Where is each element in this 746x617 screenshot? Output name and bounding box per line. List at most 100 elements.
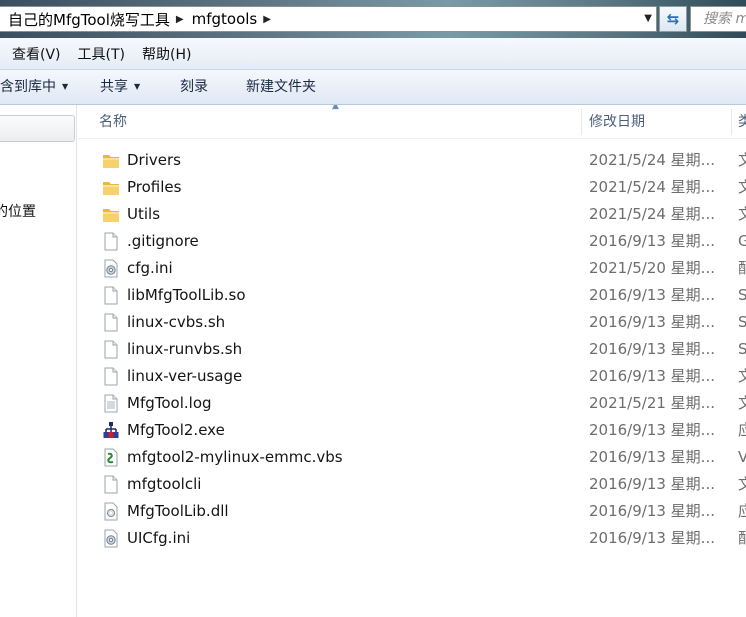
file-type: 文本文档 [738, 394, 746, 412]
file-name: Profiles [127, 178, 182, 196]
include-in-library-label: 包含到库中 [0, 79, 56, 95]
file-modified-date: 2016/9/13 星期... [589, 313, 715, 331]
file-name: Utils [127, 205, 161, 223]
file-row[interactable]: mfgtoolcli 2016/9/13 星期... 文件 [78, 471, 746, 498]
file-row[interactable]: libMfgToolLib.so 2016/9/13 星期... SO 文件 [78, 282, 746, 309]
file-name: linux-ver-usage [127, 367, 243, 385]
script-file-icon [102, 448, 120, 467]
file-list: ▲ 名称 修改日期 类型 Drivers2021/5/24 星期...文件夹Pr… [78, 105, 746, 617]
file-row[interactable]: Utils 2021/5/24 星期... 文件夹 [78, 201, 746, 228]
file-row[interactable]: cfg.ini 2021/5/20 星期... 配置设置 [78, 255, 746, 282]
file-type: SH 文件 [738, 313, 746, 331]
burn-button[interactable]: 刻录 [180, 70, 208, 105]
share-button[interactable]: 共享 ▼ [100, 70, 140, 105]
file-type: GITIGNORE 文件 [738, 232, 746, 250]
search-input[interactable]: 搜索 mfgtools [690, 6, 746, 32]
column-header-type[interactable]: 类型 [738, 105, 746, 139]
file-modified-date: 2016/9/13 星期... [589, 421, 715, 439]
file-type: 文件夹 [738, 178, 746, 196]
menu-bar: 查看(V) 工具(T) 帮助(H) [0, 38, 746, 70]
file-modified-date: 2021/5/24 星期... [589, 151, 715, 169]
share-label: 共享 [100, 79, 128, 95]
column-header-row: ▲ 名称 修改日期 类型 [78, 105, 746, 139]
file-row[interactable]: UICfg.ini 2016/9/13 星期... 配置设置 [78, 525, 746, 552]
dropdown-arrow-icon: ▼ [134, 82, 141, 91]
dll-file-icon [102, 502, 120, 521]
folder-icon [102, 205, 120, 224]
file-row[interactable]: mfgtool2-mylinux-emmc.vbs 2016/9/13 星期...… [78, 444, 746, 471]
command-toolbar: 包含到库中 ▼ 共享 ▼ 刻录 新建文件夹 [0, 70, 746, 105]
file-modified-date: 2016/9/13 星期... [589, 367, 715, 385]
folder-icon [102, 178, 120, 197]
file-modified-date: 2021/5/24 星期... [589, 178, 715, 196]
file-type: 应用程序 [738, 421, 746, 439]
file-type: 文件 [738, 475, 746, 493]
file-type: VBScript 脚本文件 [738, 448, 746, 466]
file-row[interactable]: linux-runvbs.sh 2016/9/13 星期... SH 文件 [78, 336, 746, 363]
address-bar-strip: 自己的MfgTool烧写工具 ▶ mfgtools ▶ ▼ ⇆ 搜索 mfgto… [0, 0, 746, 38]
new-folder-button[interactable]: 新建文件夹 [246, 70, 316, 105]
column-divider[interactable] [731, 109, 732, 135]
blank-file-icon [102, 367, 120, 386]
menu-tools[interactable]: 工具(T) [66, 44, 125, 64]
file-modified-date: 2016/9/13 星期... [589, 448, 715, 466]
file-name: Drivers [127, 151, 181, 169]
file-name: MfgTool2.exe [127, 421, 225, 439]
breadcrumb-label: 自己的MfgTool烧写工具 [8, 10, 170, 29]
refresh-button[interactable]: ⇆ [659, 6, 687, 32]
file-modified-date: 2016/9/13 星期... [589, 475, 715, 493]
include-in-library-button[interactable]: 包含到库中 ▼ [0, 70, 68, 105]
file-type: 应用程序扩展 [738, 502, 746, 520]
column-divider[interactable] [581, 109, 582, 135]
breadcrumb-label: mfgtools [191, 10, 258, 28]
file-row[interactable]: linux-ver-usage 2016/9/13 星期... 文件 [78, 363, 746, 390]
file-type: 文件夹 [738, 205, 746, 223]
file-name: cfg.ini [127, 259, 173, 277]
file-type: SO 文件 [738, 286, 746, 304]
blank-file-icon [102, 313, 120, 332]
sort-ascending-icon: ▲ [332, 105, 339, 111]
column-header-date[interactable]: 修改日期 [589, 105, 645, 139]
config-file-icon [102, 529, 120, 548]
refresh-icon: ⇆ [666, 10, 680, 28]
file-row[interactable]: linux-cvbs.sh 2016/9/13 星期... SH 文件 [78, 309, 746, 336]
nav-item-locations[interactable]: 的位置 [0, 201, 36, 221]
file-name: MfgTool.log [127, 394, 212, 412]
file-type: 文件夹 [738, 151, 746, 169]
breadcrumb-item[interactable]: mfgtools ▶ [192, 7, 279, 31]
exe-icon [102, 421, 120, 440]
file-row[interactable]: MfgTool.log 2021/5/21 星期... 文本文档 [78, 390, 746, 417]
dropdown-arrow-icon: ▼ [62, 82, 69, 91]
file-row[interactable]: Drivers 2021/5/24 星期... 文件夹 [78, 147, 746, 174]
file-row[interactable]: .gitignore 2016/9/13 星期... GITIGNORE 文件 [78, 228, 746, 255]
file-modified-date: 2016/9/13 星期... [589, 232, 715, 250]
breadcrumb-chevron-icon[interactable]: ▶ [176, 14, 184, 25]
file-name: mfgtoolcli [127, 475, 202, 493]
address-bar[interactable]: 自己的MfgTool烧写工具 ▶ mfgtools ▶ ▼ [0, 6, 657, 32]
file-type: SH 文件 [738, 340, 746, 358]
file-name: linux-runvbs.sh [127, 340, 243, 358]
blank-file-icon [102, 475, 120, 494]
file-row[interactable]: Profiles 2021/5/24 星期... 文件夹 [78, 174, 746, 201]
menu-view[interactable]: 查看(V) [0, 44, 61, 64]
file-modified-date: 2021/5/21 星期... [589, 394, 715, 412]
column-header-name[interactable]: 名称 [99, 105, 127, 139]
nav-selected-item[interactable] [0, 115, 75, 142]
file-row[interactable]: MfgToolLib.dll 2016/9/13 星期... 应用程序扩展 [78, 498, 746, 525]
address-history-dropdown-icon[interactable]: ▼ [644, 13, 652, 24]
blank-file-icon [102, 232, 120, 251]
file-row[interactable]: MfgTool2.exe 2016/9/13 星期... 应用程序 [78, 417, 746, 444]
breadcrumb-chevron-icon[interactable]: ▶ [263, 14, 271, 25]
file-type: 配置设置 [738, 259, 746, 277]
breadcrumb-item[interactable]: 自己的MfgTool烧写工具 ▶ [0, 7, 192, 31]
file-modified-date: 2016/9/13 星期... [589, 529, 715, 547]
file-name: mfgtool2-mylinux-emmc.vbs [127, 448, 343, 466]
text-file-icon [102, 394, 120, 413]
file-type: 配置设置 [738, 529, 746, 547]
file-modified-date: 2021/5/24 星期... [589, 205, 715, 223]
file-modified-date: 2021/5/20 星期... [589, 259, 715, 277]
file-type: 文件 [738, 367, 746, 385]
navigation-pane: 的位置 [0, 105, 77, 617]
menu-help[interactable]: 帮助(H) [130, 44, 191, 64]
file-name: MfgToolLib.dll [127, 502, 229, 520]
